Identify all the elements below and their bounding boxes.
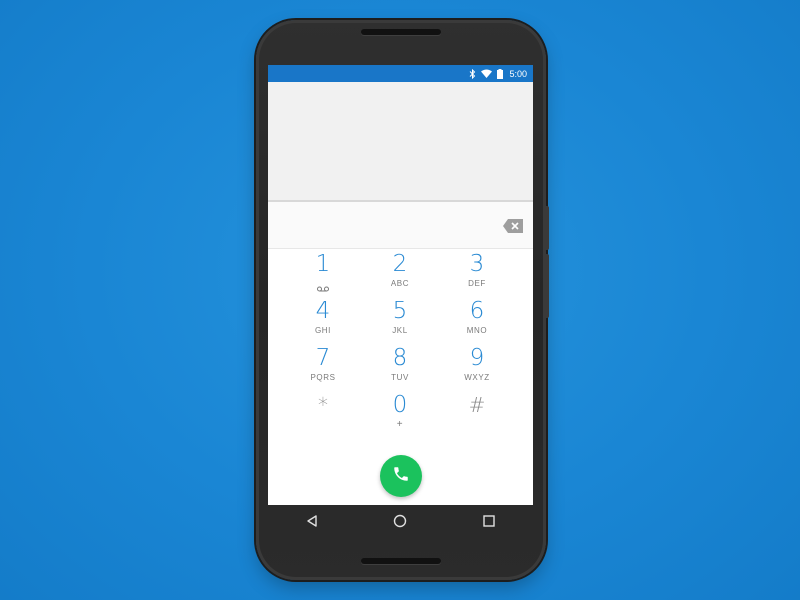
- key-2[interactable]: 2 ABC: [360, 251, 440, 297]
- dialer-header-area: [268, 82, 533, 202]
- bluetooth-icon: [469, 65, 476, 82]
- key-letters: [283, 420, 363, 430]
- key-digit: 6: [469, 298, 485, 324]
- recents-icon[interactable]: [469, 507, 509, 535]
- key-letters: PQRS: [310, 373, 336, 382]
- key-letters: TUV: [391, 373, 409, 382]
- key-letters: GHI: [314, 326, 332, 335]
- voicemail-icon: [317, 279, 329, 297]
- key-star[interactable]: *: [283, 392, 363, 438]
- key-1[interactable]: 1: [283, 251, 363, 297]
- key-digit: 3: [469, 251, 485, 277]
- key-digit: 1: [315, 251, 331, 277]
- key-digit: #: [468, 393, 486, 417]
- key-4[interactable]: 4 GHI: [283, 298, 363, 344]
- navigation-bar: [268, 505, 533, 537]
- key-letters: +: [396, 419, 404, 430]
- battery-icon: [497, 65, 504, 82]
- key-letters: ABC: [390, 279, 410, 288]
- key-5[interactable]: 5 JKL: [360, 298, 440, 344]
- key-letters: MNO: [466, 326, 488, 335]
- key-letters: [437, 420, 517, 430]
- key-hash[interactable]: #: [437, 392, 517, 438]
- key-8[interactable]: 8 TUV: [360, 345, 440, 391]
- key-digit: 7: [315, 345, 331, 371]
- phone-device: 5:00 1 2 ABC 3 DEF 4 GHI 5 JKL 6 MNO 7 P…: [256, 20, 549, 580]
- key-letters: DEF: [468, 279, 486, 288]
- bottom-speaker: [361, 558, 441, 564]
- key-digit: *: [318, 393, 328, 417]
- call-button[interactable]: [380, 455, 422, 497]
- earpiece-speaker: [361, 29, 441, 35]
- phone-icon: [392, 465, 410, 488]
- status-time: 5:00: [509, 68, 527, 79]
- key-3[interactable]: 3 DEF: [437, 251, 517, 297]
- wifi-icon: [481, 65, 493, 82]
- key-digit: 2: [392, 251, 408, 277]
- phone-screen: 5:00 1 2 ABC 3 DEF 4 GHI 5 JKL 6 MNO 7 P…: [268, 65, 533, 505]
- key-6[interactable]: 6 MNO: [437, 298, 517, 344]
- home-icon[interactable]: [380, 507, 420, 535]
- backspace-icon[interactable]: [503, 219, 523, 233]
- key-9[interactable]: 9 WXYZ: [437, 345, 517, 391]
- key-letters: JKL: [392, 326, 408, 335]
- back-icon[interactable]: [292, 507, 332, 535]
- key-digit: 0: [392, 392, 408, 418]
- volume-button[interactable]: [546, 254, 549, 318]
- key-digit: 9: [469, 345, 485, 371]
- key-letters: WXYZ: [464, 373, 490, 382]
- key-digit: 8: [392, 345, 408, 371]
- status-bar: 5:00: [268, 65, 533, 82]
- key-digit: 4: [315, 298, 331, 324]
- power-button[interactable]: [546, 206, 549, 250]
- digits-field[interactable]: [268, 202, 533, 249]
- key-0[interactable]: 0 +: [360, 392, 440, 438]
- key-7[interactable]: 7 PQRS: [283, 345, 363, 391]
- key-digit: 5: [392, 298, 408, 324]
